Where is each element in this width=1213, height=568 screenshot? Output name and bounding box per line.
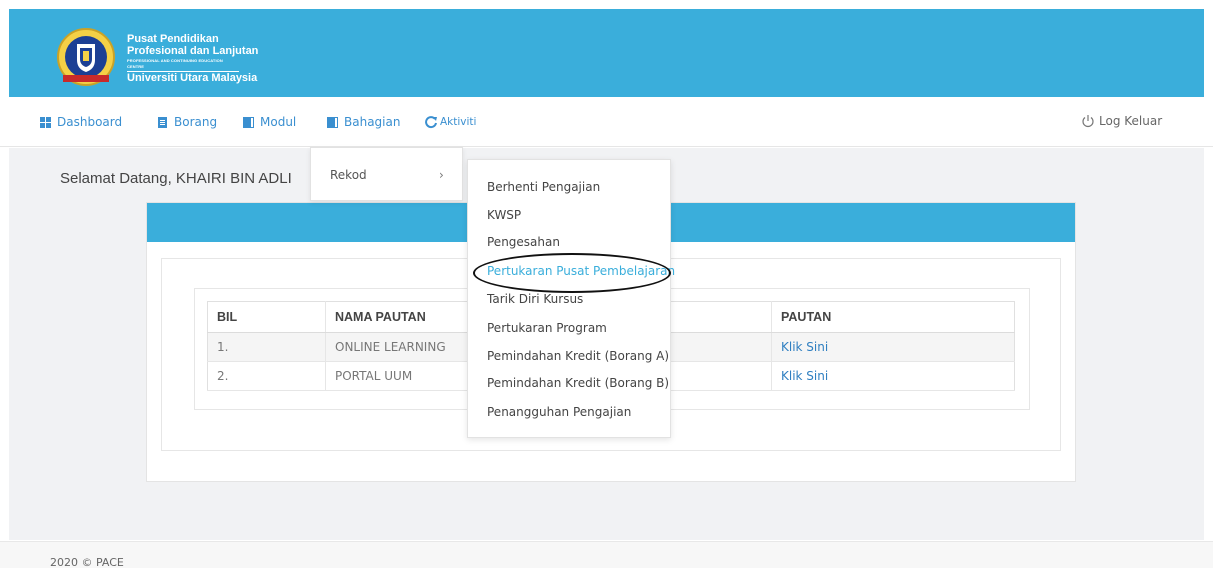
logo-line1: Pusat Pendidikan <box>127 33 219 45</box>
logout-button[interactable]: Log Keluar <box>1081 114 1162 128</box>
nav-modul[interactable]: Modul <box>243 115 296 129</box>
navbar: Dashboard Borang Modul Bahagian Aktiviti… <box>0 97 1213 147</box>
klik-sini-link[interactable]: Klik Sini <box>781 340 828 354</box>
cell-bil: 2. <box>207 361 326 391</box>
uum-logo-icon <box>57 28 115 86</box>
logo-text: Pusat Pendidikan Profesional dan Lanjuta… <box>127 33 258 85</box>
welcome-text: Selamat Datang, KHAIRI BIN ADLI <box>60 170 292 187</box>
logo-line4: Universiti Utara Malaysia <box>127 72 258 84</box>
menu-item-rekod[interactable]: Rekod <box>330 168 367 182</box>
chevron-right-icon: › <box>439 168 444 182</box>
nav-dashboard[interactable]: Dashboard <box>40 115 122 129</box>
nav-modul-label: Modul <box>260 115 297 129</box>
footer: 2020 © PACE <box>0 541 1213 568</box>
logout-label: Log Keluar <box>1099 114 1163 128</box>
nav-borang-label: Borang <box>174 115 218 129</box>
site-header: Pusat Pendidikan Profesional dan Lanjuta… <box>9 9 1204 97</box>
bahagian-dropdown: Rekod › <box>310 147 463 201</box>
rekod-submenu: Berhenti Pengajian KWSP Pengesahan Pertu… <box>467 159 675 438</box>
submenu-item-tarik-diri-kursus[interactable]: Tarik Diri Kursus <box>487 292 583 306</box>
submenu-item-penangguhan-pengajian[interactable]: Penangguhan Pengajian <box>487 405 631 419</box>
cell-pautan: Klik Sini <box>771 332 1015 362</box>
footer-copyright: 2020 © PACE <box>50 556 124 568</box>
refresh-icon <box>425 116 437 129</box>
submenu-item-pemindahan-kredit-b[interactable]: Pemindahan Kredit (Borang B) <box>487 376 669 390</box>
cell-bil: 1. <box>207 332 326 362</box>
book-icon <box>243 116 254 128</box>
nav-borang[interactable]: Borang <box>157 115 217 129</box>
submenu-item-kwsp[interactable]: KWSP <box>487 208 521 222</box>
book-icon <box>327 116 338 128</box>
submenu-item-pemindahan-kredit-a[interactable]: Pemindahan Kredit (Borang A) <box>487 349 669 363</box>
logo-line2: Profesional dan Lanjutan <box>127 45 259 57</box>
logo-line3: PROFESSIONAL AND CONTINUING EDUCATION CE… <box>127 58 239 72</box>
submenu-item-pertukaran-program[interactable]: Pertukaran Program <box>487 321 607 335</box>
nav-bahagian-label: Bahagian <box>344 115 401 129</box>
document-icon <box>158 116 167 128</box>
column-header-pautan: PAUTAN <box>771 301 1015 333</box>
submenu-item-berhenti-pengajian[interactable]: Berhenti Pengajian <box>487 180 600 194</box>
klik-sini-link[interactable]: Klik Sini <box>781 369 828 383</box>
power-icon <box>1082 115 1094 128</box>
cell-pautan: Klik Sini <box>771 361 1015 391</box>
nav-aktiviti[interactable]: Aktiviti <box>424 115 476 129</box>
grid-icon <box>40 116 51 128</box>
submenu-item-pengesahan[interactable]: Pengesahan <box>487 235 560 249</box>
nav-aktiviti-label: Aktiviti <box>440 116 477 128</box>
nav-dashboard-label: Dashboard <box>57 115 123 129</box>
column-header-bil: BIL <box>207 301 326 333</box>
nav-bahagian[interactable]: Bahagian <box>327 115 400 129</box>
submenu-item-pertukaran-pusat-pembelajaran[interactable]: Pertukaran Pusat Pembelajaran <box>487 264 675 278</box>
